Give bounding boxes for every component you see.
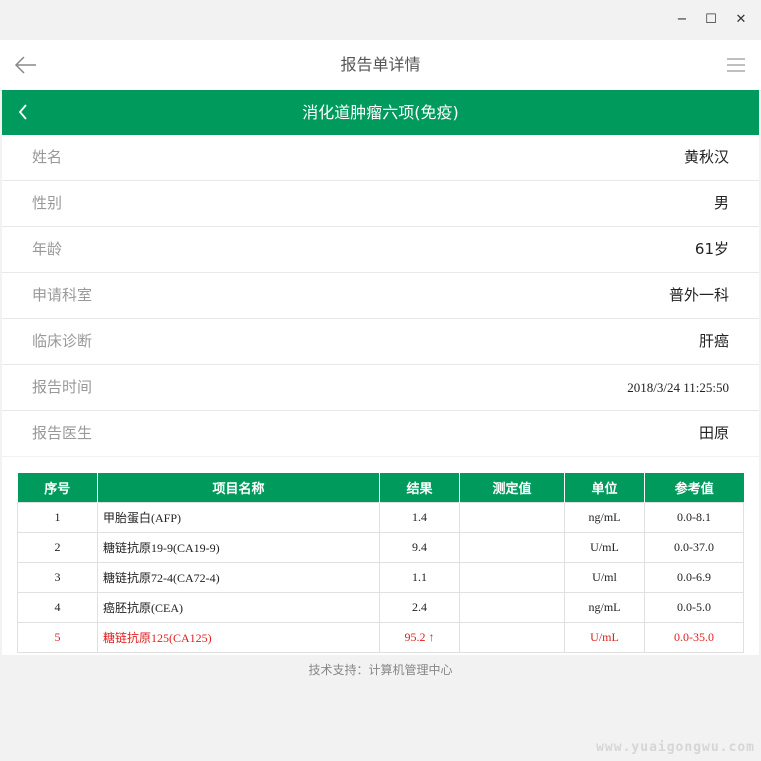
column-header: 结果 <box>379 473 460 503</box>
info-value: 2018/3/24 11:25:50 <box>627 380 729 395</box>
cell-no: 2 <box>17 532 98 563</box>
column-header: 参考值 <box>644 473 744 503</box>
page-title: 报告单详情 <box>340 55 421 74</box>
hamburger-menu-icon[interactable] <box>727 57 745 76</box>
cell-no: 4 <box>17 592 98 623</box>
cell-unit: U/mL <box>564 532 645 563</box>
app-header: 报告单详情 <box>0 40 761 91</box>
table-header-row: 序号 项目名称 结果 测定值 单位 参考值 <box>17 473 744 503</box>
column-header: 测定值 <box>459 473 565 503</box>
cell-no: 3 <box>17 562 98 593</box>
cell-name: 糖链抗原72-4(CA72-4) <box>97 562 380 593</box>
table-row-abnormal: 5 糖链抗原125(CA125) 95.2 ↑ U/mL 0.0-35.0 <box>17 622 744 653</box>
cell-measured <box>459 502 565 533</box>
cell-ref: 0.0-37.0 <box>644 532 744 563</box>
column-header: 序号 <box>17 473 98 503</box>
cell-ref: 0.0-6.9 <box>644 562 744 593</box>
info-value: 61岁 <box>694 240 729 258</box>
cell-ref: 0.0-5.0 <box>644 592 744 623</box>
info-row-gender: 性别 男 <box>2 181 759 227</box>
cell-result: 95.2 ↑ <box>379 622 460 653</box>
cell-no: 5 <box>17 622 98 653</box>
minimize-button[interactable]: − <box>674 12 690 28</box>
window-titlebar: − ☐ ✕ <box>0 0 761 40</box>
cell-result: 2.4 <box>379 592 460 623</box>
cell-result: 9.4 <box>379 532 460 563</box>
report-title-bar: 消化道肿瘤六项(免疫) <box>2 90 759 135</box>
cell-name: 糖链抗原125(CA125) <box>97 622 380 653</box>
cell-measured <box>459 532 565 563</box>
cell-measured <box>459 562 565 593</box>
info-label: 临床诊断 <box>32 332 93 350</box>
info-label: 年龄 <box>32 240 63 258</box>
results-section: 序号 项目名称 结果 测定值 单位 参考值 1 甲胎蛋白(AFP) 1.4 ng… <box>2 457 759 655</box>
close-button[interactable]: ✕ <box>733 12 749 28</box>
patient-info-list: 姓名 黄秋汉 性别 男 年龄 61岁 申请科室 普外一科 临床诊断 肝癌 报告时… <box>2 135 759 456</box>
info-row-name: 姓名 黄秋汉 <box>2 135 759 181</box>
table-row: 2 糖链抗原19-9(CA19-9) 9.4 U/mL 0.0-37.0 <box>17 532 744 563</box>
info-label: 报告医生 <box>32 424 93 442</box>
info-label: 姓名 <box>32 148 63 166</box>
results-table: 序号 项目名称 结果 测定值 单位 参考值 1 甲胎蛋白(AFP) 1.4 ng… <box>17 473 744 653</box>
column-header: 项目名称 <box>97 473 380 503</box>
cell-name: 癌胚抗原(CEA) <box>97 592 380 623</box>
cell-unit: U/ml <box>564 562 645 593</box>
report-title: 消化道肿瘤六项(免疫) <box>302 103 459 122</box>
cell-result: 1.1 <box>379 562 460 593</box>
cell-unit: U/mL <box>564 622 645 653</box>
watermark: www.yuaigongwu.com <box>596 740 755 755</box>
cell-unit: ng/mL <box>564 592 645 623</box>
info-row-doctor: 报告医生 田原 <box>2 411 759 456</box>
cell-no: 1 <box>17 502 98 533</box>
cell-unit: ng/mL <box>564 502 645 533</box>
cell-result: 1.4 <box>379 502 460 533</box>
info-value: 肝癌 <box>698 332 729 350</box>
info-row-age: 年龄 61岁 <box>2 227 759 273</box>
info-value: 黄秋汉 <box>683 148 729 166</box>
info-row-department: 申请科室 普外一科 <box>2 273 759 319</box>
info-value: 男 <box>713 194 729 212</box>
cell-measured <box>459 592 565 623</box>
info-label: 申请科室 <box>32 286 93 304</box>
cell-name: 糖链抗原19-9(CA19-9) <box>97 532 380 563</box>
info-row-report-time: 报告时间 2018/3/24 11:25:50 <box>2 365 759 411</box>
table-row: 3 糖链抗原72-4(CA72-4) 1.1 U/ml 0.0-6.9 <box>17 562 744 593</box>
cell-ref: 0.0-35.0 <box>644 622 744 653</box>
info-value: 田原 <box>698 424 729 442</box>
cell-name: 甲胎蛋白(AFP) <box>97 502 380 533</box>
table-row: 4 癌胚抗原(CEA) 2.4 ng/mL 0.0-5.0 <box>17 592 744 623</box>
info-label: 性别 <box>32 194 63 212</box>
cell-measured <box>459 622 565 653</box>
info-label: 报告时间 <box>32 378 93 396</box>
cell-ref: 0.0-8.1 <box>644 502 744 533</box>
info-value: 普外一科 <box>668 286 729 304</box>
info-row-diagnosis: 临床诊断 肝癌 <box>2 319 759 365</box>
maximize-button[interactable]: ☐ <box>703 12 719 28</box>
column-header: 单位 <box>564 473 645 503</box>
table-row: 1 甲胎蛋白(AFP) 1.4 ng/mL 0.0-8.1 <box>17 502 744 533</box>
footer-text: 技术支持：计算机管理中心 <box>308 663 453 677</box>
